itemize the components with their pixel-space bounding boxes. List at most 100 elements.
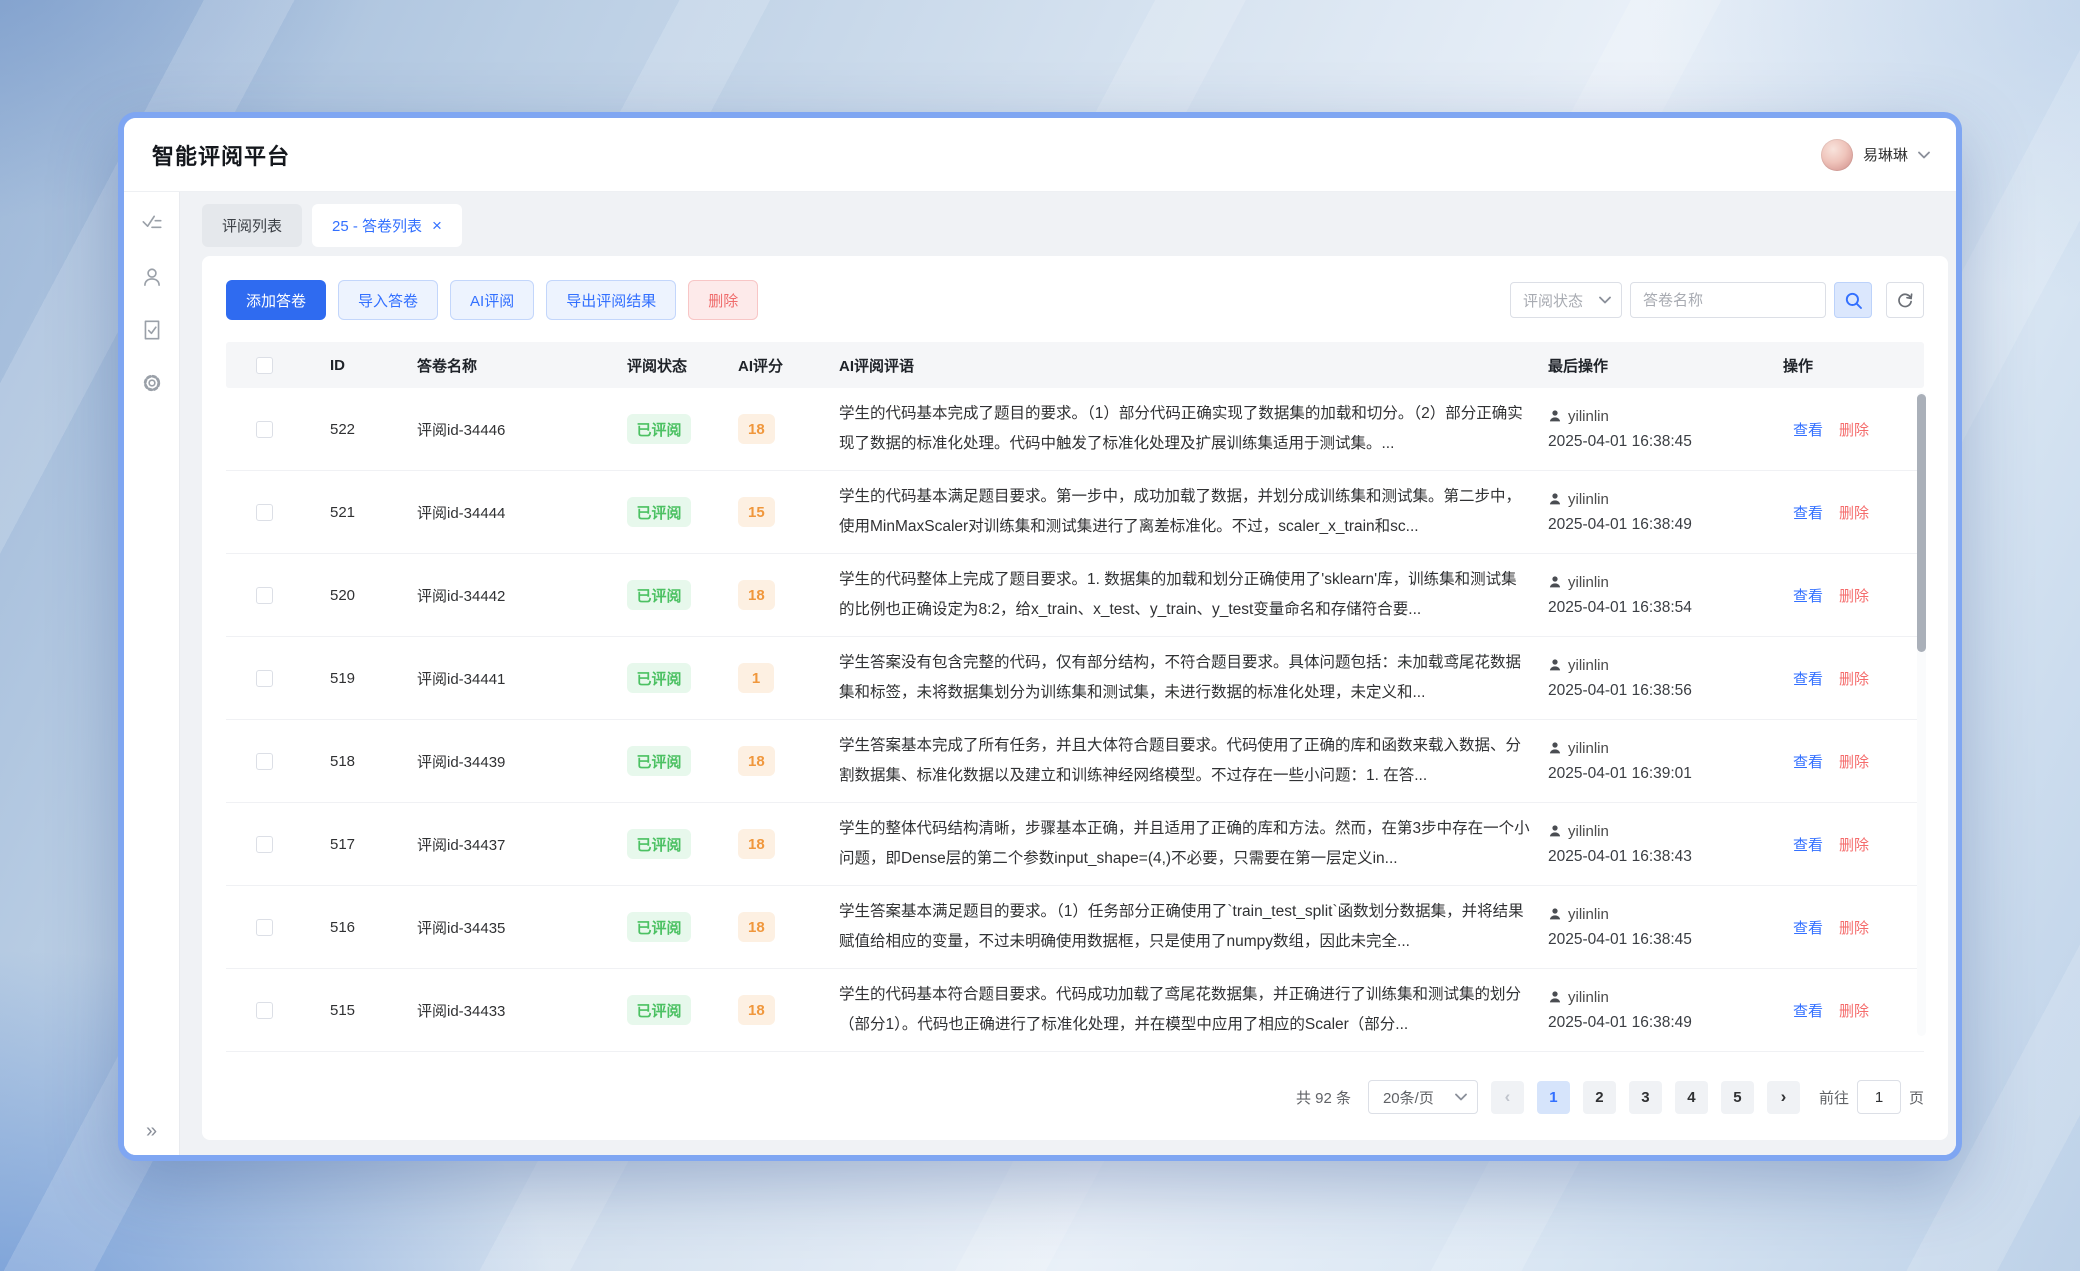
view-link[interactable]: 查看	[1793, 419, 1823, 440]
scrollbar-thumb[interactable]	[1917, 394, 1926, 652]
cell-actions: 查看 删除	[1783, 917, 1924, 938]
delete-link[interactable]: 删除	[1839, 1000, 1869, 1021]
cell-comment: 学生的代码整体上完成了题目要求。1. 数据集的加载和划分正确使用了'sklear…	[839, 565, 1548, 625]
person-icon	[1548, 824, 1562, 838]
cell-answer-name: 评阅id-34442	[417, 585, 627, 606]
cell-answer-name: 评阅id-34444	[417, 502, 627, 523]
add-answer-button[interactable]: 添加答卷	[226, 280, 326, 320]
score-badge: 18	[738, 912, 775, 942]
sidebar-expand-button[interactable]: »	[134, 1120, 170, 1143]
cell-id: 520	[302, 587, 417, 604]
cell-answer-name: 评阅id-34441	[417, 668, 627, 689]
operation-time: 2025-04-01 16:38:45	[1548, 433, 1783, 451]
row-checkbox[interactable]	[256, 421, 273, 438]
view-link[interactable]: 查看	[1793, 668, 1823, 689]
person-icon	[1548, 658, 1562, 672]
cell-answer-name: 评阅id-34433	[417, 1000, 627, 1021]
chevron-down-icon	[1599, 296, 1611, 304]
pagination: 共 92 条 20条/页 ‹ 12345 › 前往 页	[226, 1080, 1924, 1114]
answer-name-input[interactable]	[1630, 282, 1826, 318]
row-checkbox[interactable]	[256, 1002, 273, 1019]
cell-actions: 查看 删除	[1783, 419, 1924, 440]
row-checkbox[interactable]	[256, 836, 273, 853]
search-icon	[1844, 291, 1863, 310]
status-badge: 已评阅	[627, 746, 691, 776]
delete-link[interactable]: 删除	[1839, 917, 1869, 938]
delete-link[interactable]: 删除	[1839, 751, 1869, 772]
cell-last-op: yilinlin 2025-04-01 16:38:56	[1548, 657, 1783, 700]
page-unit-label: 页	[1909, 1087, 1924, 1108]
sidebar-item-settings[interactable]	[134, 365, 170, 401]
operator-name: yilinlin	[1568, 989, 1609, 1006]
row-checkbox[interactable]	[256, 504, 273, 521]
import-answer-button[interactable]: 导入答卷	[338, 280, 438, 320]
operation-time: 2025-04-01 16:38:56	[1548, 682, 1783, 700]
tab-label: 25 - 答卷列表	[332, 215, 422, 236]
operation-time: 2025-04-01 16:38:43	[1548, 848, 1783, 866]
table-header: ID 答卷名称 评阅状态 AI评分 AI评阅评语 最后操作 操作	[226, 342, 1924, 388]
cell-id: 515	[302, 1002, 417, 1019]
cell-id: 522	[302, 421, 417, 438]
view-link[interactable]: 查看	[1793, 585, 1823, 606]
cell-actions: 查看 删除	[1783, 1000, 1924, 1021]
delete-link[interactable]: 删除	[1839, 419, 1869, 440]
page-size-select[interactable]: 20条/页	[1368, 1080, 1478, 1114]
table-row: 522 评阅id-34446 已评阅 18 学生的代码基本完成了题目的要求。（1…	[226, 388, 1924, 471]
prev-page-button[interactable]: ‹	[1491, 1081, 1524, 1114]
score-badge: 18	[738, 746, 775, 776]
chevron-down-icon	[1455, 1093, 1467, 1101]
page-button-4[interactable]: 4	[1675, 1081, 1708, 1114]
operation-time: 2025-04-01 16:38:49	[1548, 1014, 1783, 1032]
page-button-3[interactable]: 3	[1629, 1081, 1662, 1114]
score-badge: 15	[738, 497, 775, 527]
row-checkbox[interactable]	[256, 753, 273, 770]
search-button[interactable]	[1834, 282, 1872, 318]
sidebar-item-answer-sheets[interactable]	[134, 312, 170, 348]
person-icon	[1548, 409, 1562, 423]
user-menu[interactable]: 易琳琳	[1821, 139, 1930, 171]
view-link[interactable]: 查看	[1793, 751, 1823, 772]
checklist-icon	[140, 212, 164, 236]
select-all-checkbox[interactable]	[256, 357, 273, 374]
view-link[interactable]: 查看	[1793, 834, 1823, 855]
ai-review-button[interactable]: AI评阅	[450, 280, 534, 320]
tab-review-list[interactable]: 评阅列表	[202, 204, 302, 247]
operator-name: yilinlin	[1568, 657, 1609, 674]
person-icon	[1548, 741, 1562, 755]
close-icon[interactable]: ×	[432, 217, 442, 234]
app-window: 智能评阅平台 易琳琳	[118, 112, 1962, 1161]
export-results-button[interactable]: 导出评阅结果	[546, 280, 676, 320]
sidebar-item-users[interactable]	[134, 259, 170, 295]
sidebar-item-review-tasks[interactable]	[134, 206, 170, 242]
operator-name: yilinlin	[1568, 491, 1609, 508]
chevron-down-icon	[1918, 151, 1930, 159]
delete-link[interactable]: 删除	[1839, 585, 1869, 606]
page-size-value: 20条/页	[1383, 1087, 1434, 1108]
row-checkbox[interactable]	[256, 670, 273, 687]
refresh-button[interactable]	[1886, 282, 1924, 318]
delete-button[interactable]: 删除	[688, 280, 758, 320]
view-link[interactable]: 查看	[1793, 917, 1823, 938]
goto-page-input[interactable]	[1857, 1080, 1901, 1114]
view-link[interactable]: 查看	[1793, 502, 1823, 523]
next-page-button[interactable]: ›	[1767, 1081, 1800, 1114]
cell-answer-name: 评阅id-34435	[417, 917, 627, 938]
page-button-1[interactable]: 1	[1537, 1081, 1570, 1114]
status-badge: 已评阅	[627, 995, 691, 1025]
header-id: ID	[302, 357, 417, 374]
review-status-select[interactable]: 评阅状态	[1510, 282, 1622, 318]
header-actions: 操作	[1783, 355, 1924, 376]
view-link[interactable]: 查看	[1793, 1000, 1823, 1021]
score-badge: 18	[738, 414, 775, 444]
page-button-5[interactable]: 5	[1721, 1081, 1754, 1114]
status-badge: 已评阅	[627, 829, 691, 859]
answers-table: ID 答卷名称 评阅状态 AI评分 AI评阅评语 最后操作 操作 522 评阅i…	[226, 342, 1924, 1052]
row-checkbox[interactable]	[256, 587, 273, 604]
page-button-2[interactable]: 2	[1583, 1081, 1616, 1114]
delete-link[interactable]: 删除	[1839, 668, 1869, 689]
delete-link[interactable]: 删除	[1839, 502, 1869, 523]
delete-link[interactable]: 删除	[1839, 834, 1869, 855]
row-checkbox[interactable]	[256, 919, 273, 936]
tab-answer-list[interactable]: 25 - 答卷列表 ×	[312, 204, 462, 247]
table-row: 515 评阅id-34433 已评阅 18 学生的代码基本符合题目要求。代码成功…	[226, 969, 1924, 1052]
